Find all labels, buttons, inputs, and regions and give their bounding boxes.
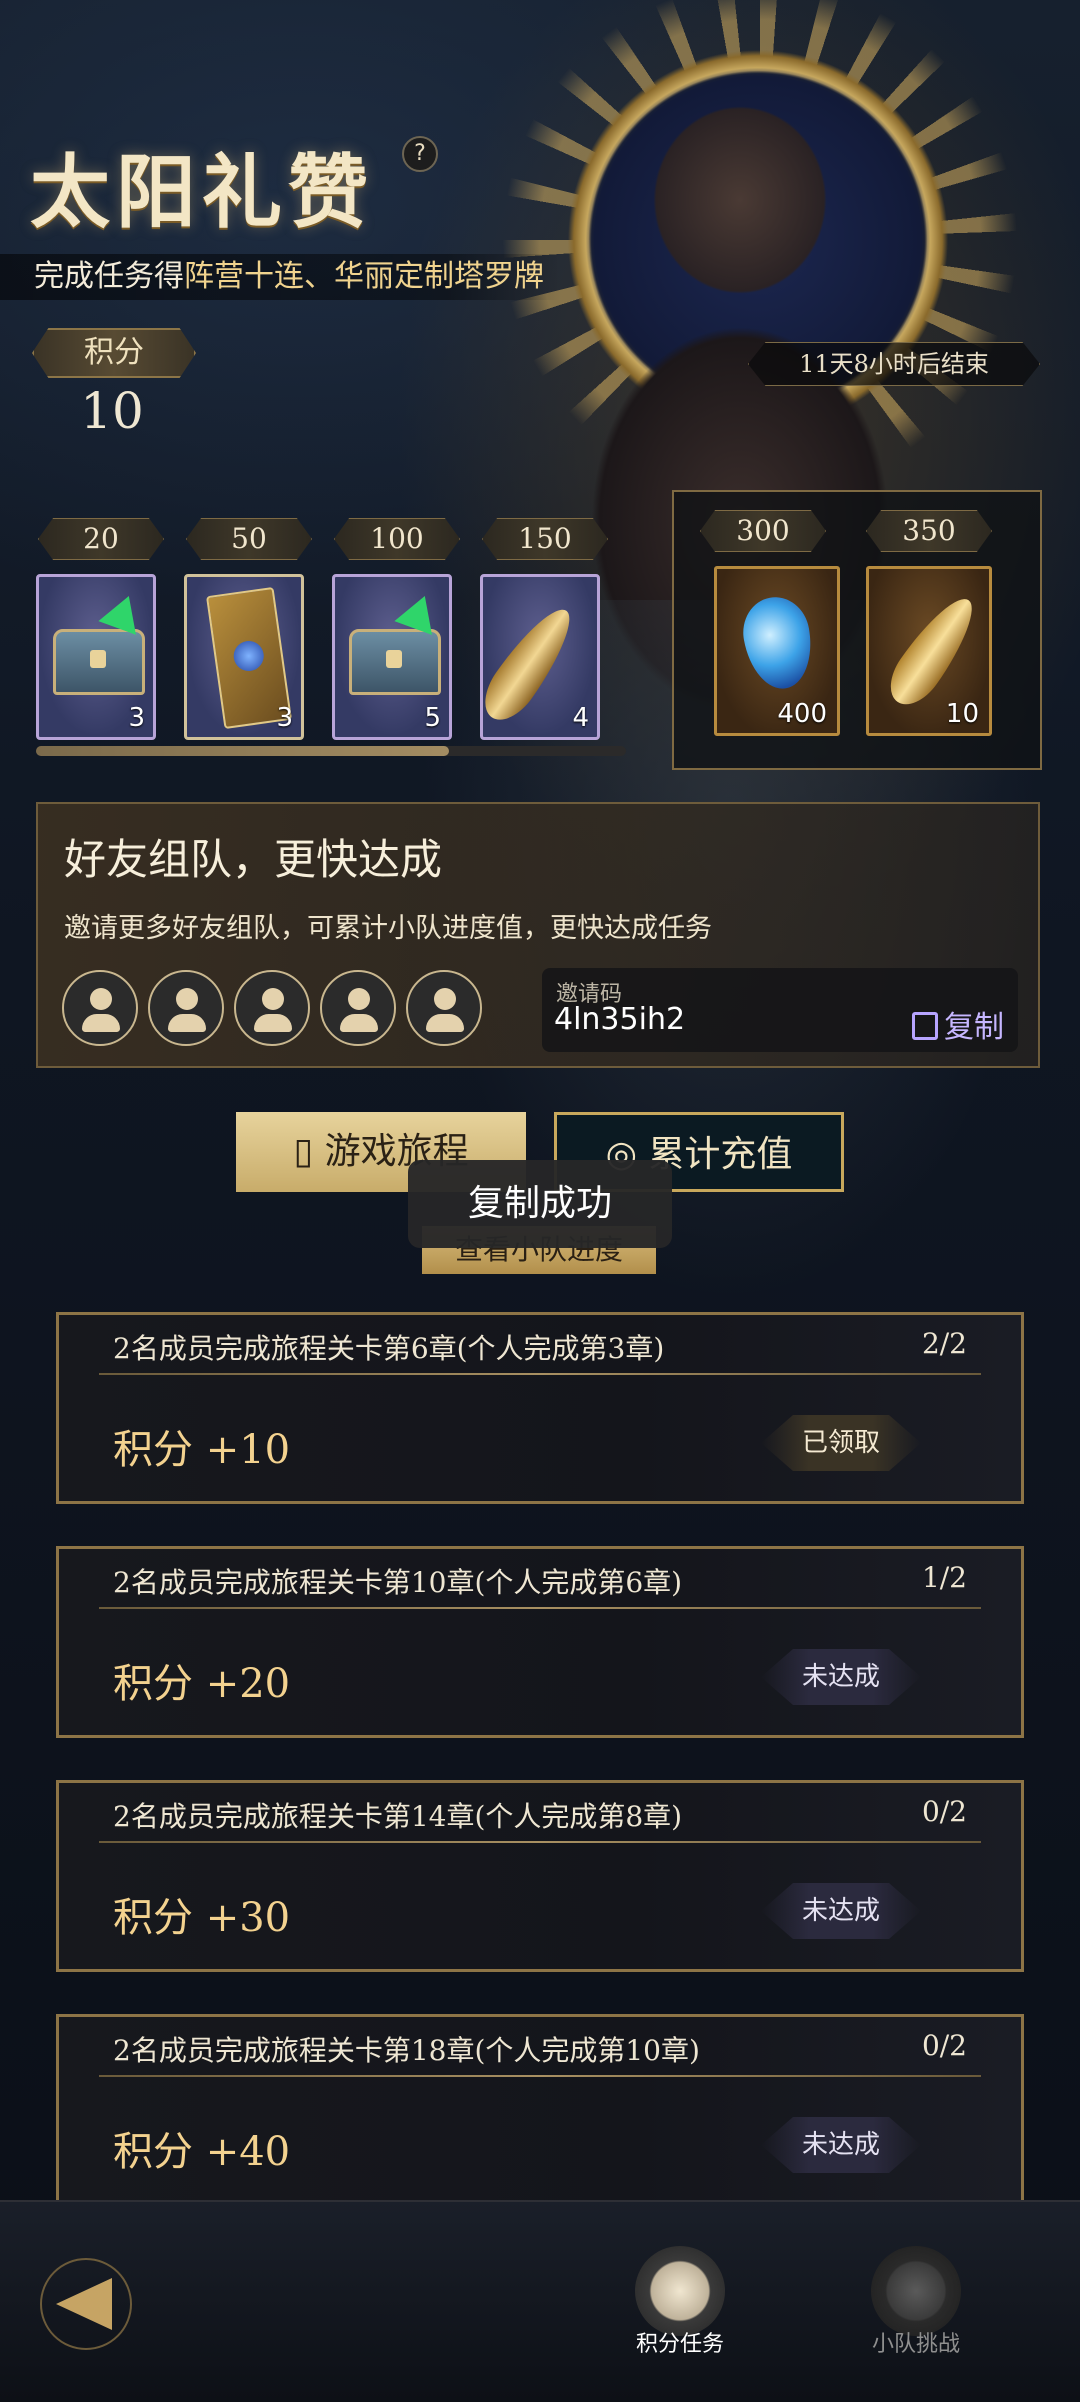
points-progress-bar	[36, 746, 626, 756]
score-label: 积分	[32, 328, 196, 378]
nav-label: 积分任务	[635, 2332, 724, 2357]
subtitle-prefix: 完成任务得	[34, 259, 184, 294]
reward-count: 400	[777, 699, 827, 729]
reward-count: 3	[276, 703, 293, 733]
team-title: 好友组队，更快达成	[64, 835, 443, 884]
divider	[99, 1841, 981, 1843]
task-condition: 2名成员完成旅程关卡第6章(个人完成第3章)	[113, 1332, 665, 1365]
game-logo-icon[interactable]	[40, 2258, 132, 2350]
event-subtitle: 完成任务得阵营十连、华丽定制塔罗牌	[0, 254, 560, 300]
team-up-panel: 好友组队，更快达成 邀请更多好友组队，可累计小队进度值，更快达成任务 邀请码 4…	[36, 802, 1040, 1068]
task-reward: 积分 +10	[113, 1427, 291, 1473]
task-condition: 2名成员完成旅程关卡第14章(个人完成第8章)	[113, 1800, 683, 1833]
reward-card[interactable]: 4	[473, 574, 600, 740]
task-progress: 0/2	[921, 1795, 967, 1828]
task-status-button[interactable]: 未达成	[761, 1649, 921, 1705]
reward-card[interactable]: 3	[184, 574, 304, 740]
team-description: 邀请更多好友组队，可累计小队进度值，更快达成任务	[64, 913, 712, 944]
milestone-points: 20	[38, 518, 164, 560]
task-status-button[interactable]: 未达成	[761, 1883, 921, 1939]
invite-code: 4ln35ih2	[554, 1002, 686, 1037]
divider	[99, 2075, 981, 2077]
milestone-points: 350	[866, 510, 992, 552]
toast-message: 复制成功	[408, 1160, 672, 1248]
reward-card[interactable]: 5	[332, 574, 452, 740]
progress-fill	[36, 746, 449, 756]
milestone-points: 300	[700, 510, 826, 552]
reward-count: 5	[424, 703, 441, 733]
subtitle-highlight: 阵营十连、华丽定制塔罗牌	[184, 259, 544, 294]
nav-points-tasks[interactable]: 积分任务	[620, 2246, 740, 2358]
task-progress: 2/2	[921, 1327, 967, 1360]
task-card: 2名成员完成旅程关卡第10章(个人完成第6章) 1/2 积分 +20 未达成	[56, 1546, 1024, 1738]
copy-icon	[912, 1012, 938, 1040]
coin-stack-icon	[635, 2246, 725, 2336]
avatar-slot[interactable]	[62, 970, 138, 1046]
feather-icon	[473, 598, 585, 730]
copy-label: 复制	[944, 1010, 1004, 1045]
bottom-nav: 积分任务 小队挑战	[0, 2200, 1080, 2402]
team-avatars	[62, 970, 482, 1046]
task-card: 2名成员完成旅程关卡第18章(个人完成第10章) 0/2 积分 +40 未达成	[56, 2014, 1024, 2206]
task-condition: 2名成员完成旅程关卡第10章(个人完成第6章)	[113, 1566, 683, 1599]
nav-team-challenge[interactable]: 小队挑战	[856, 2246, 976, 2358]
grand-reward-card[interactable]: 10	[866, 566, 992, 736]
task-status-button[interactable]: 未达成	[761, 2117, 921, 2173]
task-reward: 积分 +40	[113, 2129, 291, 2175]
avatar-slot[interactable]	[234, 970, 310, 1046]
reward-card[interactable]: 3	[36, 574, 156, 740]
task-condition: 2名成员完成旅程关卡第18章(个人完成第10章)	[113, 2034, 700, 2067]
score-value: 10	[80, 382, 144, 440]
reward-count: 10	[945, 699, 979, 729]
map-icon: ▯	[293, 1131, 325, 1172]
milestone-points: 150	[482, 518, 608, 560]
task-reward: 积分 +20	[113, 1661, 291, 1707]
task-reward: 积分 +30	[113, 1895, 291, 1941]
invite-code-box: 邀请码 4ln35ih2 复制	[542, 968, 1018, 1052]
task-progress: 0/2	[921, 2029, 967, 2062]
crystal-icon	[737, 591, 819, 695]
milestone-points: 50	[186, 518, 312, 560]
chest-icon	[53, 629, 145, 695]
avatar-slot[interactable]	[148, 970, 224, 1046]
avatar-slot[interactable]	[406, 970, 482, 1046]
nav-label: 小队挑战	[871, 2332, 960, 2357]
reward-count: 3	[128, 703, 145, 733]
chest-icon	[349, 629, 441, 695]
event-title: 太阳礼赞	[30, 145, 374, 239]
task-progress: 1/2	[921, 1561, 967, 1594]
help-icon[interactable]: ?	[402, 136, 438, 172]
milestone-points: 100	[334, 518, 460, 560]
golden-feather-icon	[879, 587, 987, 715]
event-timer: 11天8小时后结束	[748, 342, 1040, 386]
grand-reward-card[interactable]: 400	[714, 566, 840, 736]
arrow-up-icon	[394, 589, 444, 635]
divider	[99, 1607, 981, 1609]
task-status-button[interactable]: 已领取	[761, 1415, 921, 1471]
divider	[99, 1373, 981, 1375]
arrow-up-icon	[98, 589, 148, 635]
copy-button[interactable]: 复制	[912, 1002, 1004, 1046]
task-card: 2名成员完成旅程关卡第14章(个人完成第8章) 0/2 积分 +30 未达成	[56, 1780, 1024, 1972]
reward-count: 4	[572, 703, 589, 733]
avatar-slot[interactable]	[320, 970, 396, 1046]
task-card: 2名成员完成旅程关卡第6章(个人完成第3章) 2/2 积分 +10 已领取	[56, 1312, 1024, 1504]
team-icon	[871, 2246, 961, 2336]
